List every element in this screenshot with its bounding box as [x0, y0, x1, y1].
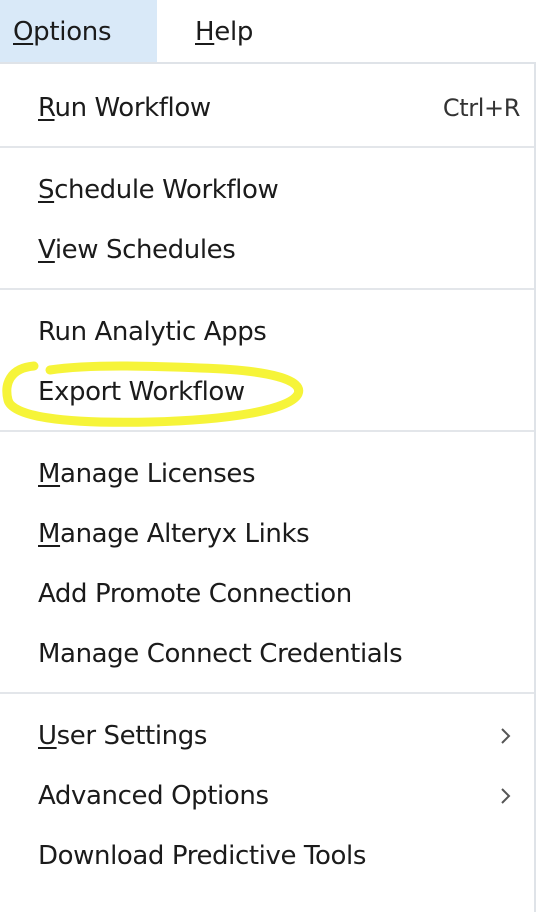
label-rest: ptions	[33, 17, 112, 47]
menu-item-download-predictive-tools[interactable]: Download Predictive Tools	[0, 826, 534, 886]
menu-label: Manage Alteryx Links	[38, 518, 310, 550]
menubar-help[interactable]: Help	[195, 0, 275, 62]
menu-item-advanced-options[interactable]: Advanced Options	[0, 766, 534, 826]
label-rest: elp	[214, 17, 254, 47]
menu-item-manage-licenses[interactable]: Manage Licenses	[0, 444, 534, 504]
menu-label: Export Workflow	[38, 377, 245, 407]
menu-separator	[0, 288, 534, 290]
menu-item-manage-alteryx-links[interactable]: Manage Alteryx Links	[0, 504, 534, 564]
menu-label: User Settings	[38, 720, 207, 752]
mnemonic: V	[38, 235, 55, 265]
menu-label: Schedule Workflow	[38, 174, 279, 206]
mnemonic: U	[38, 721, 57, 751]
menu-separator	[0, 146, 534, 148]
menu-label: Manage Connect Credentials	[38, 639, 403, 669]
menu-label: Add Promote Connection	[38, 579, 352, 609]
menu-label: Download Predictive Tools	[38, 841, 366, 871]
label-rest: un Workflow	[54, 93, 212, 123]
mnemonic: M	[38, 459, 61, 489]
menu-label: Advanced Options	[38, 781, 269, 811]
menu-bar: Options Help	[0, 0, 552, 62]
options-dropdown-menu: Run Workflow Ctrl+R Schedule Workflow Vi…	[0, 62, 536, 912]
label-rest: chedule Workflow	[54, 175, 279, 205]
menu-item-schedule-workflow[interactable]: Schedule Workflow	[0, 160, 534, 220]
mnemonic: O	[13, 17, 34, 47]
mnemonic: M	[38, 519, 61, 549]
menu-label: Manage Licenses	[38, 458, 256, 490]
shortcut-text: Ctrl+R	[442, 94, 520, 122]
menu-label: View Schedules	[38, 234, 236, 266]
mnemonic: S	[38, 175, 55, 205]
mnemonic: R	[38, 93, 55, 123]
label-rest: ser Settings	[56, 721, 208, 751]
menu-item-view-schedules[interactable]: View Schedules	[0, 220, 534, 280]
menu-label: Run Analytic Apps	[38, 317, 267, 347]
menu-item-add-promote-connection[interactable]: Add Promote Connection	[0, 564, 534, 624]
menu-label: Run Workflow	[38, 92, 211, 124]
label-rest: iew Schedules	[54, 235, 236, 265]
chevron-right-icon	[496, 723, 516, 749]
chevron-right-icon	[496, 783, 516, 809]
menu-separator	[0, 692, 534, 694]
label-rest: anage Alteryx Links	[60, 519, 310, 549]
mnemonic: H	[195, 17, 215, 47]
menubar-options[interactable]: Options	[0, 0, 157, 62]
menu-item-user-settings[interactable]: User Settings	[0, 706, 534, 766]
menu-item-export-workflow[interactable]: Export Workflow	[0, 362, 534, 422]
menu-item-run-analytic-apps[interactable]: Run Analytic Apps	[0, 302, 534, 362]
menu-item-run-workflow[interactable]: Run Workflow Ctrl+R	[0, 78, 534, 138]
label-rest: anage Licenses	[60, 459, 256, 489]
menu-separator	[0, 430, 534, 432]
menu-item-manage-connect-credentials[interactable]: Manage Connect Credentials	[0, 624, 534, 684]
